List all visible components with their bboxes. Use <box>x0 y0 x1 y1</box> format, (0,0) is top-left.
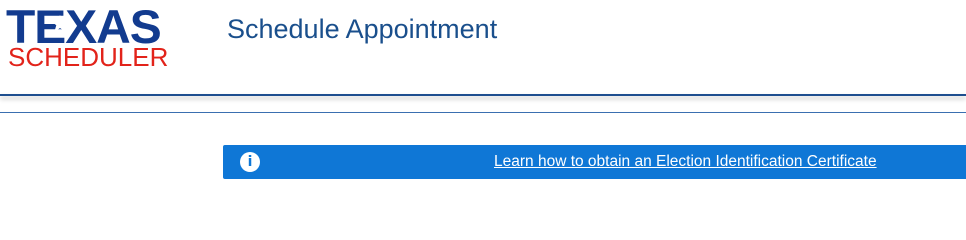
section-divider <box>0 112 966 113</box>
election-certificate-link[interactable]: Learn how to obtain an Election Identifi… <box>494 153 877 171</box>
info-banner: i Learn how to obtain an Election Identi… <box>223 145 966 179</box>
star-icon <box>51 15 69 32</box>
logo-wordmark-scheduler: SCHEDULER <box>8 42 169 72</box>
page-title: Schedule Appointment <box>227 14 498 44</box>
texas-scheduler-logo[interactable]: TEXAS SCHEDULER <box>6 3 206 72</box>
header: TEXAS SCHEDULER Schedule Appointment <box>0 0 966 96</box>
info-icon: i <box>240 152 260 172</box>
header-divider <box>0 94 966 96</box>
